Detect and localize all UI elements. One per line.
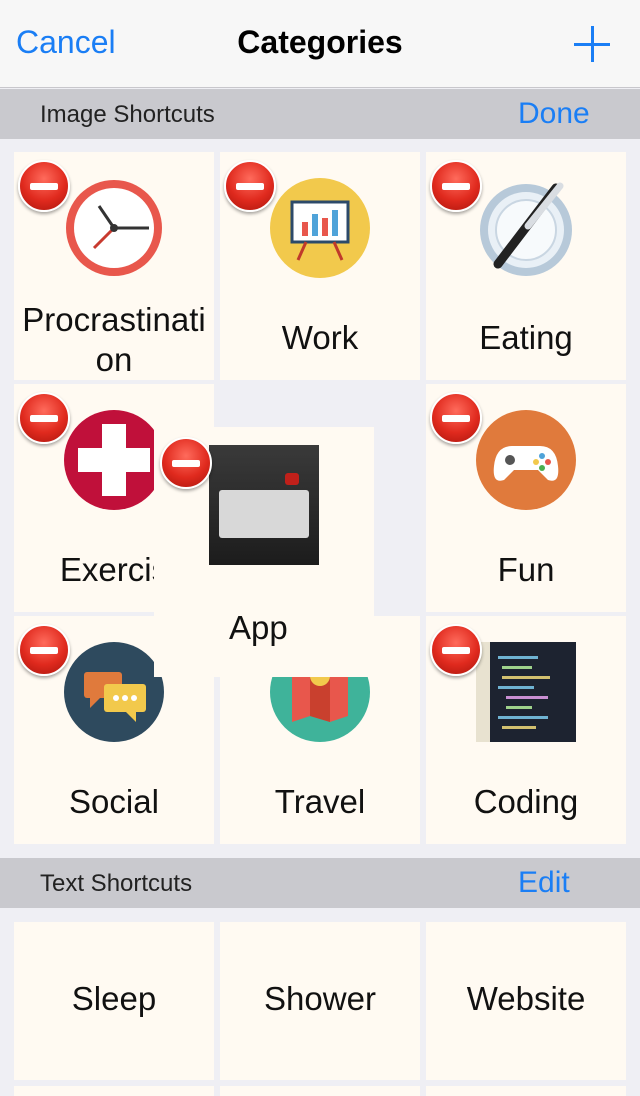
clock-icon xyxy=(66,180,162,276)
tile-label: Procrastinati xyxy=(22,301,206,338)
delete-icon[interactable] xyxy=(224,160,276,212)
delete-icon[interactable] xyxy=(160,437,212,489)
medical-cross-icon xyxy=(64,410,164,510)
presentation-easel-icon xyxy=(270,178,370,278)
chat-bubbles-icon xyxy=(64,642,164,742)
dragging-tile-app[interactable]: App xyxy=(154,427,374,677)
code-screen-icon xyxy=(476,642,576,742)
text-tile-sleep[interactable]: Sleep xyxy=(14,922,214,1080)
text-tile-partial xyxy=(426,1086,626,1096)
tile-work[interactable]: Work xyxy=(220,152,420,380)
text-tile-shower[interactable]: Shower xyxy=(220,922,420,1080)
tile-label: Shower xyxy=(264,980,376,1017)
image-shortcuts-title: Image Shortcuts xyxy=(40,101,215,128)
tile-label: Work xyxy=(281,319,359,356)
tile-label: on xyxy=(95,341,133,378)
delete-icon[interactable] xyxy=(18,624,70,676)
text-tile-website[interactable]: Website xyxy=(426,922,626,1080)
tile-label: Sleep xyxy=(71,980,157,1017)
tile-label: Travel xyxy=(274,783,366,820)
text-tile-partial xyxy=(14,1086,214,1096)
tile-label: Fun xyxy=(497,551,555,588)
tile-fun[interactable]: Fun xyxy=(426,384,626,612)
text-tile-partial xyxy=(220,1086,420,1096)
tile-label: Social xyxy=(69,783,159,820)
tile-label: Eating xyxy=(479,319,573,356)
text-shortcuts-title: Text Shortcuts xyxy=(40,870,193,897)
image-shortcuts-header: Image Shortcuts Done xyxy=(0,89,640,139)
delete-icon[interactable] xyxy=(18,392,70,444)
delete-icon[interactable] xyxy=(18,160,70,212)
tile-label: Coding xyxy=(473,783,579,820)
tile-procrastination[interactable]: Procrastinati on xyxy=(14,152,214,380)
delete-icon[interactable] xyxy=(430,624,482,676)
tile-eating[interactable]: Eating xyxy=(426,152,626,380)
gamepad-icon xyxy=(476,410,576,510)
page-title: Categories xyxy=(237,24,403,60)
text-shortcuts-header: Text Shortcuts Edit xyxy=(0,858,640,908)
done-button[interactable]: Done xyxy=(518,97,590,131)
app-screenshot-icon xyxy=(209,445,319,565)
plus-icon[interactable] xyxy=(574,26,610,62)
delete-icon[interactable] xyxy=(430,392,482,444)
delete-icon[interactable] xyxy=(430,160,482,212)
tile-coding[interactable]: Coding xyxy=(426,616,626,844)
navigation-bar: Cancel Categories xyxy=(0,0,640,88)
tile-label: Website xyxy=(466,980,586,1017)
plate-knife-icon xyxy=(480,182,572,276)
tile-label: App xyxy=(229,609,288,646)
edit-button[interactable]: Edit xyxy=(518,866,570,900)
